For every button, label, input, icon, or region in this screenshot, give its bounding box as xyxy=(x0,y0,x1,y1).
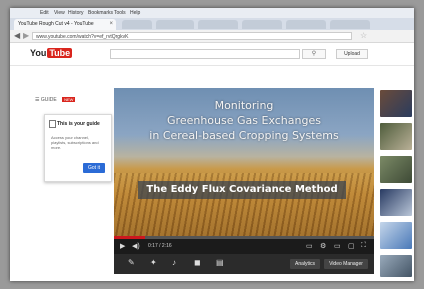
video-title-line-2: Greenhouse Gas Exchanges xyxy=(167,114,321,127)
related-video-thumbnail[interactable] xyxy=(380,156,412,183)
close-tab-icon[interactable]: × xyxy=(109,19,113,30)
menu-bar: Edit View History Bookmarks Tools Help xyxy=(10,8,414,18)
bookmark-star-icon[interactable]: ☆ xyxy=(360,31,367,40)
annotations-icon[interactable]: ◼ xyxy=(194,258,201,267)
search-icon: ⚲ xyxy=(311,51,317,57)
guide-icon xyxy=(49,120,56,128)
related-video-thumbnail[interactable] xyxy=(380,123,412,150)
captions-icon[interactable]: ▭ xyxy=(306,242,313,250)
fullscreen-icon[interactable]: ⛶ xyxy=(361,242,366,250)
popup-body: Access your channel, playlists, subscrip… xyxy=(51,135,99,150)
popup-title: This is your guide xyxy=(57,121,100,127)
guide-button[interactable]: ☰ GUIDE NEW xyxy=(35,97,76,103)
time-display: 0:17 / 2:16 xyxy=(148,243,172,249)
enhance-icon[interactable]: ✦ xyxy=(150,258,157,267)
logo-badge: Tube xyxy=(47,48,73,58)
player-controls: ▶ ◀) 0:17 / 2:16 ▭ ⚙ ▭ ▢ ⛶ xyxy=(114,239,374,254)
guide-label: GUIDE xyxy=(40,97,57,103)
new-badge: NEW xyxy=(62,97,76,102)
search-input[interactable] xyxy=(110,49,300,59)
got-it-button[interactable]: Got it xyxy=(83,163,105,173)
menu-tools[interactable]: Tools xyxy=(114,10,126,16)
video-banner: The Eddy Flux Covariance Method xyxy=(138,181,346,199)
volume-icon[interactable]: ◀) xyxy=(132,242,140,250)
tab-bar: YouTube Rough Cut v4 - YouTube × xyxy=(10,18,414,30)
browser-tab-blurred[interactable] xyxy=(330,20,370,29)
menu-history[interactable]: History xyxy=(68,10,84,16)
url-field[interactable]: www.youtube.com/watch?v=ef_rvtQrgkvK xyxy=(32,32,352,40)
related-video-thumbnail[interactable] xyxy=(380,222,412,249)
menu-help[interactable]: Help xyxy=(130,10,140,16)
tab-title: YouTube Rough Cut v4 - YouTube xyxy=(18,21,94,27)
guide-popup: This is your guide Access your channel, … xyxy=(44,114,112,182)
browser-tab-blurred[interactable] xyxy=(242,20,282,29)
youtube-header: You Tube ⚲ Upload xyxy=(10,43,414,66)
analytics-button[interactable]: Analytics xyxy=(290,259,320,269)
menu-edit[interactable]: Edit xyxy=(40,10,49,16)
back-icon[interactable]: ◀ xyxy=(14,31,20,40)
video-title-line-3: in Cereal-based Cropping Systems xyxy=(149,129,339,142)
play-icon[interactable]: ▶ xyxy=(120,242,125,250)
popout-icon[interactable]: ▢ xyxy=(348,242,355,250)
edit-icon[interactable]: ✎ xyxy=(128,258,135,267)
youtube-logo[interactable]: You Tube xyxy=(30,48,73,58)
address-bar: ◀ ▶ www.youtube.com/watch?v=ef_rvtQrgkvK… xyxy=(10,30,414,43)
browser-tab-blurred[interactable] xyxy=(198,20,238,29)
menu-view[interactable]: View xyxy=(54,10,65,16)
size-icon[interactable]: ▭ xyxy=(334,242,341,250)
captions-tool-icon[interactable]: ▤ xyxy=(216,258,224,267)
browser-tab-blurred[interactable] xyxy=(156,20,194,29)
audio-icon[interactable]: ♪ xyxy=(172,258,176,267)
video-frame[interactable]: Monitoring Greenhouse Gas Exchanges in C… xyxy=(114,88,374,244)
browser-tab-blurred[interactable] xyxy=(286,20,326,29)
video-player[interactable]: Monitoring Greenhouse Gas Exchanges in C… xyxy=(114,88,374,254)
forward-icon[interactable]: ▶ xyxy=(23,31,29,40)
menu-bookmarks[interactable]: Bookmarks xyxy=(88,10,113,16)
video-title-line-1: Monitoring xyxy=(214,99,274,112)
hamburger-icon: ☰ xyxy=(35,97,40,103)
video-manager-button[interactable]: Video Manager xyxy=(324,259,368,269)
browser-window: Edit View History Bookmarks Tools Help Y… xyxy=(10,8,414,281)
related-video-thumbnail[interactable] xyxy=(380,90,412,117)
related-video-thumbnail[interactable] xyxy=(380,189,412,216)
browser-tab[interactable]: YouTube Rough Cut v4 - YouTube × xyxy=(14,19,116,30)
browser-tab-blurred[interactable] xyxy=(122,20,152,29)
video-toolbar: ✎ ✦ ♪ ◼ ▤ Analytics Video Manager xyxy=(114,254,374,274)
logo-text: You xyxy=(30,48,47,58)
related-video-thumbnail[interactable] xyxy=(380,255,412,277)
search-button[interactable]: ⚲ xyxy=(302,49,326,59)
settings-icon[interactable]: ⚙ xyxy=(320,242,326,250)
upload-button[interactable]: Upload xyxy=(336,49,368,59)
